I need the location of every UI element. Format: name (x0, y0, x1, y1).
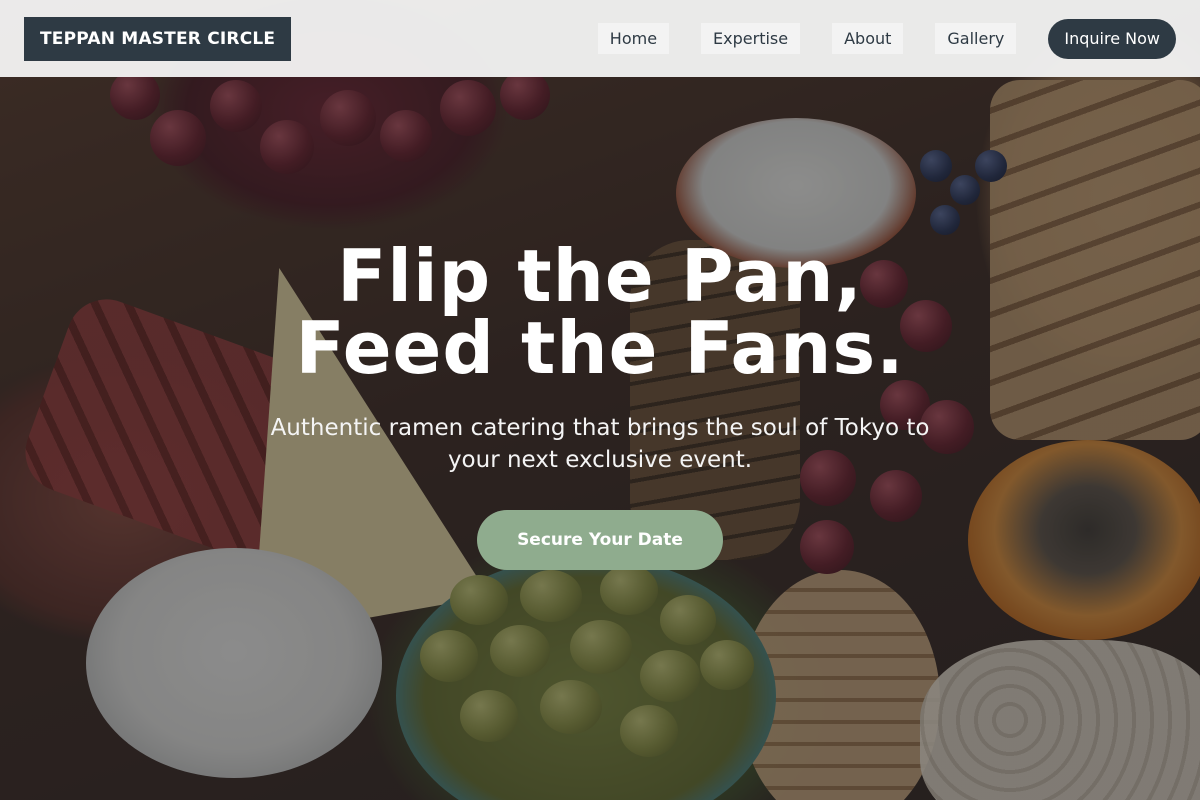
hero-section: Flip the Pan, Feed the Fans. Authentic r… (0, 240, 1200, 570)
hero-title-line-2: Feed the Fans. (295, 306, 905, 390)
site-logo[interactable]: TEPPAN MASTER CIRCLE (24, 16, 292, 61)
hero-title: Flip the Pan, Feed the Fans. (0, 240, 1200, 384)
secure-your-date-button[interactable]: Secure Your Date (477, 510, 723, 570)
nav-link-about[interactable]: About (832, 23, 904, 54)
hero-title-line-1: Flip the Pan, (337, 234, 863, 318)
nav-link-expertise[interactable]: Expertise (701, 23, 801, 54)
site-header: TEPPAN MASTER CIRCLE Home Expertise Abou… (0, 0, 1200, 77)
landing-page: TEPPAN MASTER CIRCLE Home Expertise Abou… (0, 0, 1200, 800)
nav-link-gallery[interactable]: Gallery (935, 23, 1017, 54)
hero-subtitle: Authentic ramen catering that brings the… (270, 415, 930, 473)
nav-link-home[interactable]: Home (597, 23, 670, 54)
inquire-now-button[interactable]: Inquire Now (1048, 18, 1176, 59)
main-nav: Home Expertise About Gallery Inquire Now (566, 18, 1176, 59)
